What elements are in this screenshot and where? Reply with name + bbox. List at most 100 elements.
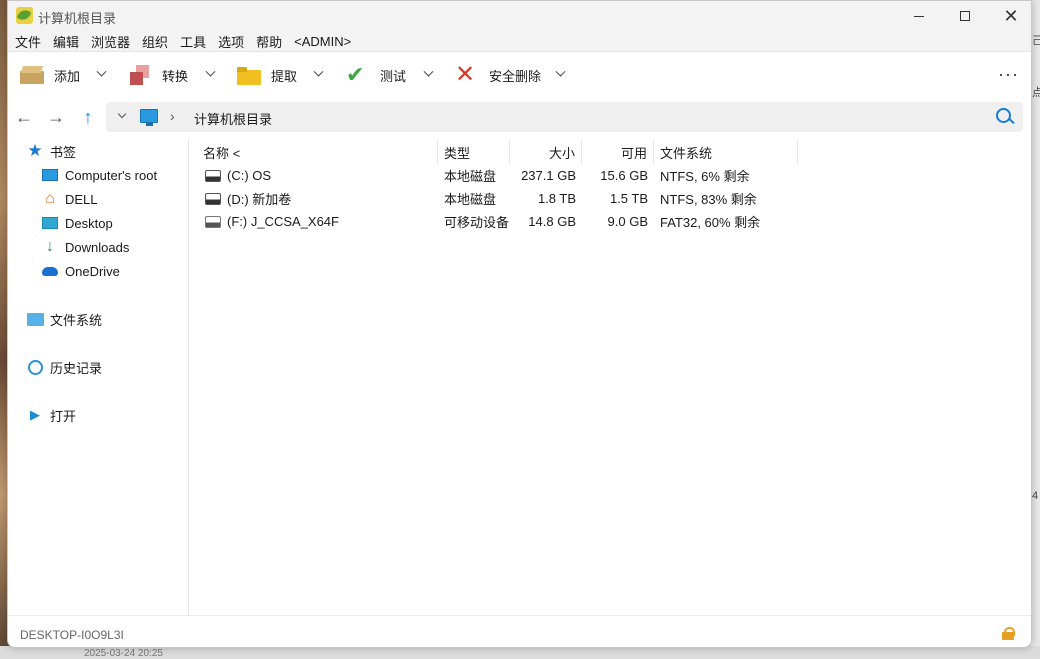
table-row[interactable]: (D:) 新加卷 本地磁盘 1.8 TB 1.5 TB NTFS, 83% 剩余 <box>190 187 810 210</box>
drive-name: (F:) J_CCSA_X64F <box>227 214 339 229</box>
column-header-name[interactable]: 名称 < <box>190 139 438 165</box>
play-icon: ▶ <box>30 407 40 422</box>
extract-dropdown-button[interactable] <box>308 64 328 84</box>
chevron-down-icon <box>423 66 433 77</box>
extract-button[interactable]: 提取 <box>237 61 297 89</box>
address-bar[interactable]: › 计算机根目录 <box>106 102 1023 132</box>
sidebar-open-header[interactable]: ▶ 打开 <box>26 404 76 426</box>
sidebar-item-downloads[interactable]: ↓ Downloads <box>41 236 129 258</box>
search-icon[interactable] <box>994 106 1016 128</box>
sidebar-item-label: Desktop <box>65 215 113 231</box>
extract-label: 提取 <box>271 68 298 84</box>
column-header-filesystem[interactable]: 文件系统 <box>654 139 798 165</box>
arrow-right-icon: → <box>47 106 65 127</box>
sidebar-bookmarks-label: 书签 <box>50 144 77 160</box>
sidebar-history-label: 历史记录 <box>50 360 103 376</box>
menu-tools[interactable]: 工具 <box>180 32 206 51</box>
delete-dropdown-button[interactable] <box>550 64 570 84</box>
type-cell: 本地磁盘 <box>444 169 497 184</box>
menu-browser[interactable]: 浏览器 <box>91 32 130 51</box>
back-button[interactable]: ← <box>12 105 36 129</box>
add-archive-icon <box>20 65 46 85</box>
forward-button[interactable]: → <box>44 105 68 129</box>
menu-file[interactable]: 文件 <box>15 32 41 51</box>
table-row[interactable]: (C:) OS 本地磁盘 237.1 GB 15.6 GB NTFS, 6% 剩… <box>190 164 810 187</box>
sidebar-item-dell[interactable]: ⌂ DELL <box>41 188 98 210</box>
unlock-icon[interactable] <box>1002 627 1015 640</box>
cloud-icon <box>41 263 59 279</box>
sidebar-history-header[interactable]: 历史记录 <box>26 356 102 378</box>
table-row[interactable]: (F:) J_CCSA_X64F 可移动设备 14.8 GB 9.0 GB FA… <box>190 210 810 233</box>
app-logo-icon <box>16 7 33 24</box>
up-button[interactable]: ↑ <box>76 105 100 129</box>
minimize-icon <box>914 15 924 17</box>
add-dropdown-button[interactable] <box>91 64 111 84</box>
hard-drive-icon <box>205 169 221 182</box>
computer-icon <box>140 109 158 126</box>
secure-delete-label: 安全删除 <box>489 68 542 84</box>
sidebar-item-label: Downloads <box>65 239 130 255</box>
address-path[interactable]: 计算机根目录 <box>194 109 272 128</box>
size-cell: 14.8 GB <box>528 214 576 229</box>
chevron-down-icon <box>117 109 127 119</box>
menu-options[interactable]: 选项 <box>218 32 244 51</box>
type-cell: 本地磁盘 <box>444 192 497 207</box>
test-button[interactable]: ✔ 测试 <box>346 61 406 89</box>
menu-help[interactable]: 帮助 <box>256 32 282 51</box>
size-cell: 237.1 GB <box>521 168 576 183</box>
convert-label: 转换 <box>162 68 189 84</box>
toolbar: 添加 转换 提取 ✔ 测试 ✕ 安全删除 ··· <box>8 51 1031 97</box>
filesystem-cell: FAT32, 60% 剩余 <box>660 215 761 230</box>
sidebar-item-computers-root[interactable]: Computer's root <box>41 164 157 186</box>
convert-button[interactable]: 转换 <box>128 61 188 89</box>
sidebar: ★ 书签 Computer's root ⌂ DELL Desktop ↓ Do… <box>8 139 189 615</box>
menu-edit[interactable]: 编辑 <box>53 32 79 51</box>
test-dropdown-button[interactable] <box>418 64 438 84</box>
secure-delete-button[interactable]: ✕ 安全删除 <box>455 61 541 89</box>
filesystem-cell: NTFS, 6% 剩余 <box>660 169 750 184</box>
background-timestamp: 2025-03-24 20:25 <box>84 648 163 659</box>
sidebar-item-onedrive[interactable]: OneDrive <box>41 260 120 282</box>
maximize-icon <box>960 11 970 21</box>
sidebar-item-label: DELL <box>65 191 98 207</box>
menu-organize[interactable]: 组织 <box>142 32 168 51</box>
name-cell: (C:) OS <box>205 164 271 187</box>
app-window: 计算机根目录 ✕ 文件 编辑 浏览器 组织 工具 选项 帮助 <ADMIN> 添… <box>7 0 1032 648</box>
address-history-dropdown[interactable] <box>116 109 128 122</box>
maximize-button[interactable] <box>942 1 988 31</box>
sidebar-filesystem-header[interactable]: 文件系统 <box>26 308 102 330</box>
download-icon: ↓ <box>46 238 54 255</box>
add-label: 添加 <box>54 68 81 84</box>
title-bar[interactable]: 计算机根目录 ✕ <box>8 1 1031 31</box>
folder-icon <box>26 311 44 327</box>
type-cell: 可移动设备 <box>444 215 510 230</box>
convert-icon <box>128 65 154 85</box>
close-button[interactable]: ✕ <box>988 1 1034 31</box>
column-header-free[interactable]: 可用 <box>582 139 654 165</box>
menu-admin[interactable]: <ADMIN> <box>294 34 351 49</box>
more-options-button[interactable]: ··· <box>998 64 1019 85</box>
hard-drive-icon <box>205 192 221 205</box>
sidebar-bookmarks-header[interactable]: ★ 书签 <box>26 140 76 162</box>
column-header-type[interactable]: 类型 <box>438 139 510 165</box>
file-list: 名称 < 类型 大小 可用 文件系统 (C:) OS 本地磁盘 237.1 GB… <box>190 139 1033 615</box>
sidebar-item-desktop[interactable]: Desktop <box>41 212 113 234</box>
column-header-size[interactable]: 大小 <box>510 139 582 165</box>
convert-dropdown-button[interactable] <box>200 64 220 84</box>
removable-drive-icon <box>205 215 221 228</box>
chevron-right-icon: › <box>170 108 175 124</box>
chevron-down-icon <box>555 66 565 77</box>
free-cell: 15.6 GB <box>600 168 648 183</box>
test-label: 测试 <box>380 68 407 84</box>
add-button[interactable]: 添加 <box>20 61 80 89</box>
drive-name: (C:) OS <box>227 168 272 183</box>
chevron-down-icon <box>205 66 215 77</box>
chevron-down-icon <box>313 66 323 77</box>
monitor-icon <box>41 167 59 183</box>
minimize-button[interactable] <box>896 1 942 31</box>
background-text: 己 <box>1032 35 1040 47</box>
free-cell: 9.0 GB <box>607 214 648 229</box>
drive-name: (D:) 新加卷 <box>227 192 292 207</box>
sidebar-filesystem-label: 文件系统 <box>50 312 103 328</box>
sidebar-item-label: OneDrive <box>65 263 120 279</box>
